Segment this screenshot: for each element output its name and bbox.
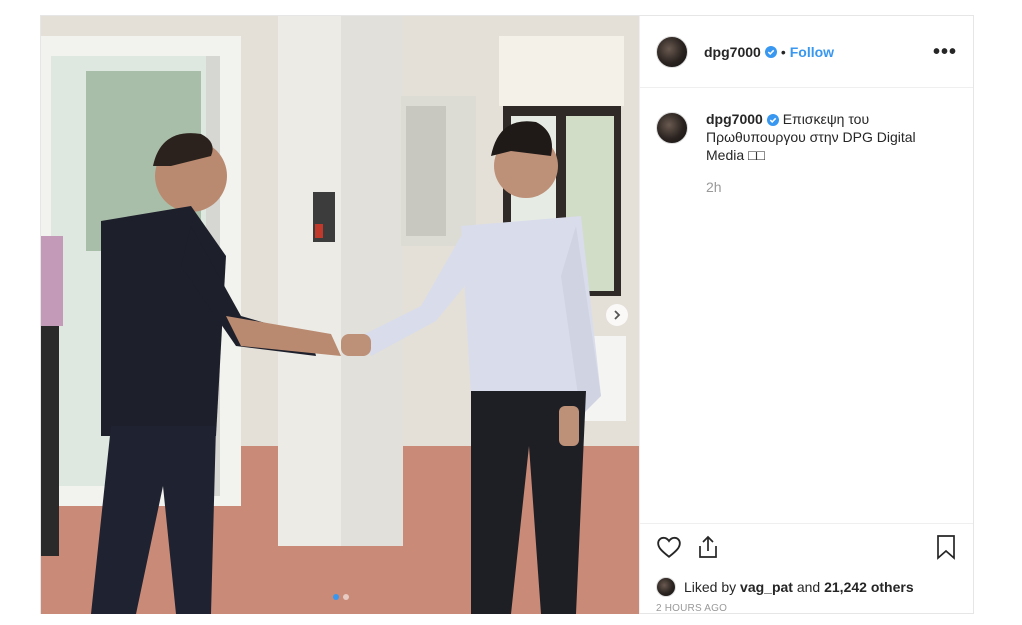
carousel-next-button[interactable] xyxy=(606,304,628,326)
post-side-panel: dpg7000 • Follow ••• dpg7000 Επισκεψη το… xyxy=(639,16,973,614)
post-caption: dpg7000 Επισκεψη του Πρωθυπουργου στην D… xyxy=(640,88,973,196)
post-actions: Liked by vag_pat and 21,242 others 2 HOU… xyxy=(640,523,973,614)
post-photo[interactable] xyxy=(41,16,639,614)
carousel-dot-2 xyxy=(343,594,349,600)
avatar[interactable] xyxy=(656,35,688,68)
header-username[interactable]: dpg7000 xyxy=(704,44,761,60)
verified-badge-icon xyxy=(766,114,779,127)
likes-summary: Liked by vag_pat and 21,242 others xyxy=(656,577,914,597)
post-header: dpg7000 • Follow ••• xyxy=(640,16,973,88)
carousel-dot-1 xyxy=(333,594,339,600)
carousel-indicator xyxy=(333,594,349,600)
caption-username[interactable]: dpg7000 xyxy=(706,111,763,127)
likes-prefix: Liked by xyxy=(684,579,737,595)
more-options-icon[interactable]: ••• xyxy=(933,42,957,62)
header-separator: • xyxy=(780,43,786,60)
heart-icon[interactable] xyxy=(656,534,682,565)
instagram-post: dpg7000 • Follow ••• dpg7000 Επισκεψη το… xyxy=(40,15,974,614)
caption-avatar[interactable] xyxy=(656,112,688,144)
verified-badge-icon xyxy=(764,45,777,58)
share-icon[interactable] xyxy=(696,534,720,565)
caption-body: dpg7000 Επισκεψη του Πρωθυπουργου στην D… xyxy=(706,110,926,196)
caption-relative-time[interactable]: 2h xyxy=(706,178,926,196)
likes-others[interactable]: 21,242 others xyxy=(824,579,914,595)
likes-joiner: and xyxy=(796,579,821,595)
action-row xyxy=(656,534,957,564)
chevron-right-icon xyxy=(614,310,621,320)
post-timestamp[interactable]: 2 HOURS AGO xyxy=(656,603,727,614)
photo-image xyxy=(41,16,639,614)
liker-avatar[interactable] xyxy=(656,577,676,597)
bookmark-icon[interactable] xyxy=(935,534,957,565)
follow-button[interactable]: Follow xyxy=(790,44,834,60)
liker-username[interactable]: vag_pat xyxy=(740,579,793,595)
